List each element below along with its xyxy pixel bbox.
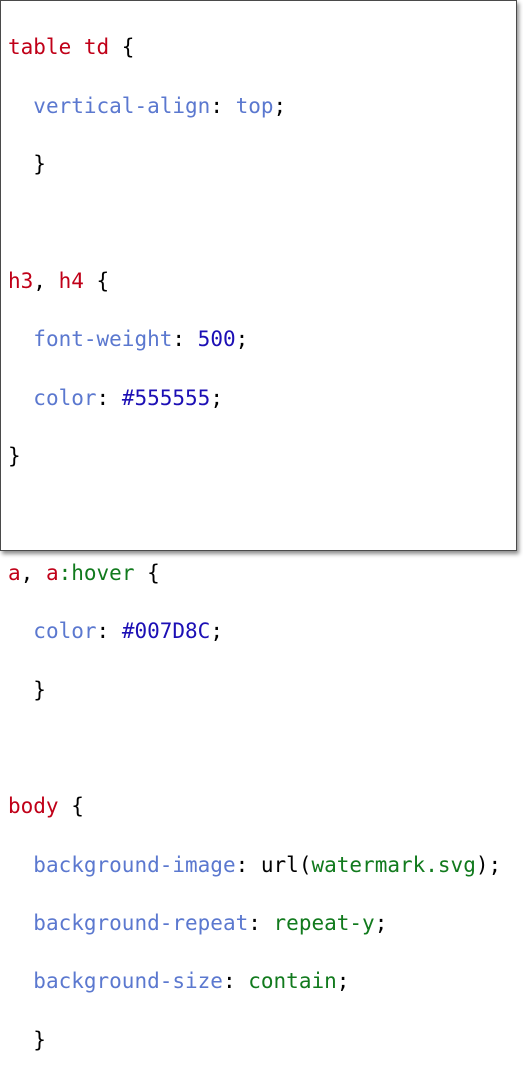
function-arg: watermark.svg: [311, 852, 476, 877]
selector: body: [8, 794, 59, 819]
code-line: }: [8, 151, 46, 176]
selector: a: [8, 560, 21, 585]
code-line: }: [8, 677, 46, 702]
code-line: body {: [8, 794, 84, 819]
code-line: a, a:hover {: [8, 560, 160, 585]
property-value: repeat-y: [273, 911, 375, 936]
property-name: background-image: [33, 852, 236, 877]
selector: h3: [8, 268, 34, 293]
code-line: color: #555555;: [33, 385, 223, 410]
code-panel: table td { vertical-align: top; } h3, h4…: [0, 0, 517, 1052]
property-value: 500: [197, 327, 236, 352]
code-line: background-repeat: repeat-y;: [33, 911, 388, 936]
code-line: background-image: url(watermark.svg);: [33, 852, 502, 877]
css-code-block: table td { vertical-align: top; } h3, h4…: [8, 4, 501, 1084]
code-line: }: [8, 443, 21, 468]
property-value: contain: [248, 969, 337, 994]
code-line: vertical-align: top;: [33, 93, 287, 118]
code-line: color: #007D8C;: [33, 619, 223, 644]
selector: h4: [58, 268, 84, 293]
property-name: background-size: [33, 969, 223, 994]
property-value: #007D8C: [121, 619, 211, 644]
property-name: vertical-align: [33, 93, 211, 118]
code-line: }: [8, 1027, 46, 1052]
code-line: h3, h4 {: [8, 268, 110, 293]
code-line: table td {: [8, 35, 135, 60]
property-value: top: [235, 93, 274, 118]
property-name: color: [33, 385, 97, 410]
property-value: #555555: [121, 385, 211, 410]
selector: a: [45, 560, 59, 585]
code-line: font-weight: 500;: [33, 327, 249, 352]
property-name: background-repeat: [33, 911, 249, 936]
property-name: color: [33, 619, 97, 644]
property-name: font-weight: [33, 327, 173, 352]
function-name: url: [260, 852, 299, 877]
pseudo-class: :hover: [58, 560, 135, 585]
selector: table td: [8, 35, 110, 60]
code-line: background-size: contain;: [33, 969, 350, 994]
